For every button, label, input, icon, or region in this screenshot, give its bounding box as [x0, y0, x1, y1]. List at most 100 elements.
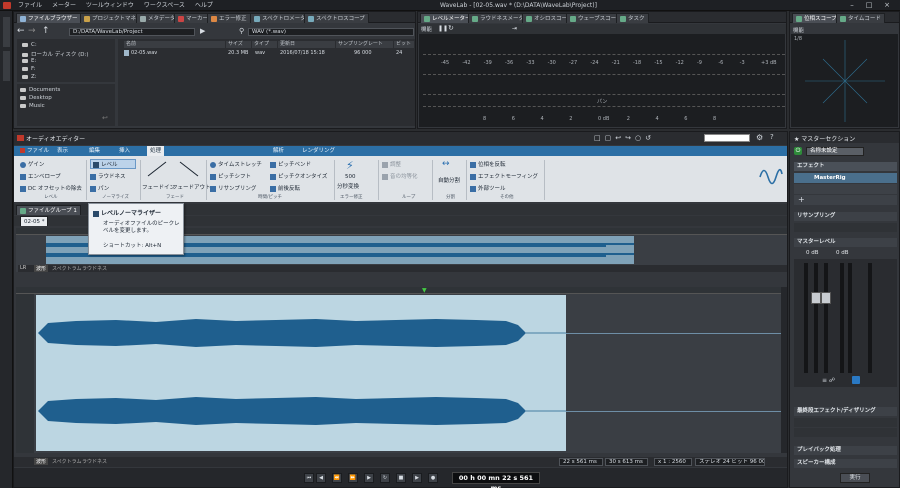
pitch-bend-button[interactable]: ピッチベンド — [270, 160, 311, 168]
tab-analyze[interactable]: 解析 — [270, 146, 287, 156]
minimize-icon[interactable]: – — [845, 1, 859, 10]
transport-time-display[interactable]: 00 h 00 mn 22 s 561 ms — [452, 472, 540, 488]
back-icon[interactable]: ← — [17, 26, 25, 36]
audio-format[interactable]: ステレオ 24 ビット 96 000 Hz — [695, 458, 765, 466]
tab-metadata[interactable]: メタデータ — [136, 13, 180, 23]
fader-handle-right[interactable] — [821, 292, 831, 304]
mono-toggle-icon[interactable] — [852, 376, 860, 384]
prev-icon[interactable]: ⏮ — [304, 473, 314, 483]
tune-button[interactable]: 調整 — [382, 160, 401, 168]
tab-file[interactable]: ファイル — [17, 146, 52, 156]
column-header-date[interactable]: 更新日 — [278, 41, 336, 48]
loop-icon[interactable]: ↻ — [380, 473, 390, 483]
tab-insert[interactable]: 挿入 — [116, 146, 133, 156]
rewind-icon[interactable]: ⏪ — [332, 473, 342, 483]
reverse-button[interactable]: 前後反転 — [270, 184, 300, 192]
effect-slot-masterrig[interactable]: MasterRig — [794, 173, 897, 183]
column-header-size[interactable]: サイズ — [226, 41, 252, 48]
phase-function-menu[interactable]: 機能 — [793, 26, 804, 34]
tab-file-browser[interactable]: ファイルブラウザー — [16, 13, 82, 23]
pan-button[interactable]: パン — [90, 184, 109, 192]
effects-header[interactable]: エフェクト — [794, 162, 897, 171]
tab-waveform[interactable]: 波形 — [34, 265, 49, 272]
add-effect-icon[interactable]: + — [794, 195, 897, 205]
tab-edit[interactable]: 編集 — [86, 146, 103, 156]
preset-button[interactable]: 名称未設定 — [806, 147, 864, 156]
dc-offset-button[interactable]: DC オフセットの除去 — [20, 184, 82, 192]
fade-out-button[interactable]: フェードアウト — [172, 183, 211, 191]
link-icon[interactable]: ≡ ☍ — [822, 377, 835, 384]
tab-error-correction[interactable]: エラー修正 — [207, 13, 251, 23]
speaker-header[interactable]: スピーカー構成 — [794, 459, 897, 468]
cursor-marker-icon[interactable]: ▼ — [422, 287, 427, 294]
menu-meter[interactable]: メーター — [52, 0, 76, 11]
tab-loudness-main[interactable]: ラウドネス — [82, 458, 107, 465]
filter-select[interactable]: WAV (*.wav) — [248, 28, 414, 36]
resampling-header[interactable]: リサンプリング — [794, 212, 897, 221]
envelope-button[interactable]: エンベロープ — [20, 172, 61, 180]
tab-spectrum[interactable]: スペクトラム — [52, 265, 82, 272]
maximize-icon[interactable]: □ — [862, 1, 876, 10]
pitch-shift-button[interactable]: ピッチシフト — [210, 172, 251, 180]
function-menu[interactable]: 機能 — [421, 25, 432, 33]
pitch-quantize-button[interactable]: ピッチクオンタイズ — [270, 172, 327, 180]
menu-help[interactable]: ヘルプ — [195, 0, 213, 11]
external-tools-button[interactable]: 外部ツール — [470, 184, 506, 192]
gain-button[interactable]: ゲイン — [20, 160, 44, 168]
tab-waveform-main[interactable]: 波形 — [34, 458, 49, 465]
arrow-icon[interactable]: ⇥ — [512, 25, 517, 32]
tree-item[interactable]: Z: — [22, 74, 37, 80]
gear-icon[interactable]: ⚙ — [756, 133, 763, 142]
resampling-button[interactable]: リサンプリング — [210, 184, 256, 192]
tab-phase-scope[interactable]: 位相スコープ — [792, 13, 841, 23]
effect-slot-empty[interactable] — [794, 184, 897, 194]
tab-audio-file[interactable]: 02-05 * — [20, 216, 49, 226]
tree-item[interactable]: ローカル ディスク (D:) — [22, 50, 89, 58]
place-item[interactable]: Documents — [20, 87, 60, 93]
tab-loudness[interactable]: ラウドネス — [82, 265, 107, 272]
place-item[interactable]: Desktop — [20, 95, 52, 101]
tab-task[interactable]: タスク — [616, 13, 649, 23]
place-item[interactable]: Music — [20, 103, 45, 109]
help-icon[interactable]: ? — [770, 133, 774, 141]
final-effects-header[interactable]: 最終段エフェクト/ディザリング — [794, 407, 897, 416]
tree-item[interactable]: E: — [22, 58, 36, 64]
fade-in-button[interactable]: フェードイン — [142, 183, 175, 191]
fader-handle-left[interactable] — [811, 292, 821, 304]
forward-icon[interactable]: ⏩ — [348, 473, 358, 483]
zoom-select[interactable] — [704, 134, 750, 142]
play-icon[interactable]: ▶ — [412, 473, 422, 483]
column-header-type[interactable]: タイプ — [252, 41, 278, 48]
menu-file[interactable]: ファイル — [18, 0, 42, 11]
render-button[interactable]: 実行 — [840, 473, 870, 483]
selection-range[interactable]: 30 s 613 ms — [605, 458, 648, 466]
up-icon[interactable]: ↑ — [42, 26, 50, 36]
tab-file-group[interactable]: ファイルグループ 1 — [16, 205, 81, 215]
lightning-icon[interactable]: ⚡ — [346, 159, 354, 172]
time-stretch-button[interactable]: タイムストレッチ — [210, 160, 262, 168]
stop-icon[interactable]: ■ — [396, 473, 406, 483]
fade-curves-icon[interactable] — [146, 160, 206, 178]
tab-level-meter[interactable]: レベルメーター — [420, 13, 475, 23]
vertical-scrollbar[interactable] — [781, 287, 787, 453]
final-effects-slot[interactable] — [794, 428, 897, 437]
tab-render[interactable]: レンダリング — [299, 146, 338, 156]
dock-tab-icon[interactable] — [3, 51, 10, 81]
tab-spectroscope[interactable]: スペクトロスコープ — [304, 13, 369, 23]
equalize-button[interactable]: 音の均等化 — [382, 172, 418, 180]
cursor-time[interactable]: 22 s 561 ms — [559, 458, 603, 466]
record-icon[interactable]: ● — [428, 473, 438, 483]
playback-header[interactable]: プレイバック処理 — [794, 446, 897, 455]
recycle-icon[interactable]: ↩ — [102, 114, 108, 122]
pause-icon[interactable]: ❚❚ — [438, 25, 448, 32]
search-icon[interactable]: ⚲ — [239, 27, 244, 35]
phase-invert-button[interactable]: 位相を反転 — [470, 160, 506, 168]
final-effects-slot[interactable] — [794, 418, 897, 427]
menu-toolwindow[interactable]: ツールウィンドウ — [86, 0, 134, 11]
forward-icon[interactable]: → — [28, 26, 36, 36]
master-level-header[interactable]: マスターレベル — [794, 238, 897, 247]
resampling-slot[interactable] — [794, 223, 897, 232]
play-icon[interactable]: ▶ — [200, 27, 205, 35]
auto-split-button[interactable]: 自動分割 — [438, 176, 460, 184]
tree-item[interactable]: C: — [22, 42, 37, 48]
